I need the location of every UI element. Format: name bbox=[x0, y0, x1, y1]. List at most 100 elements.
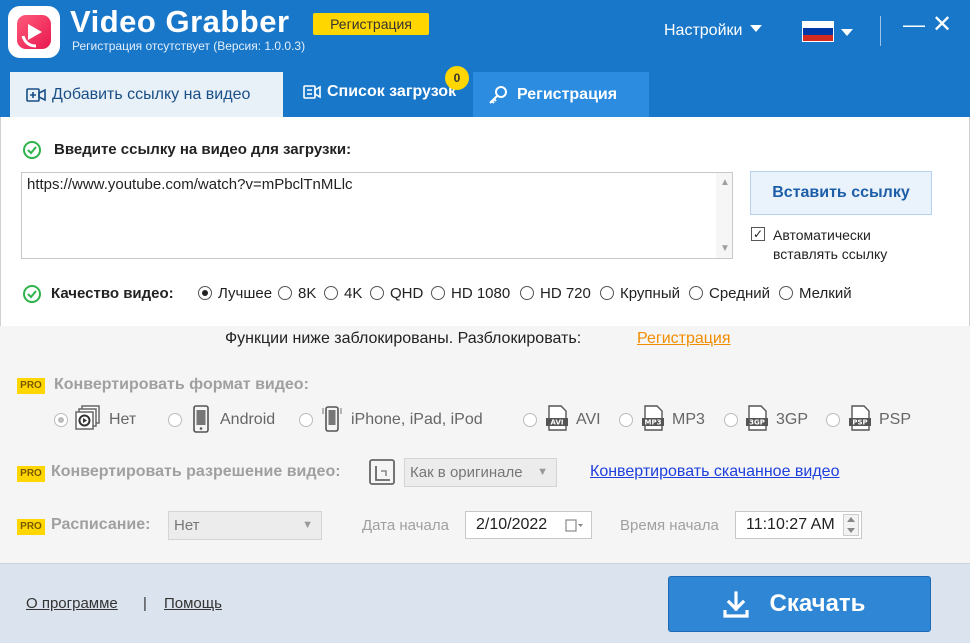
locked-features-message: Функции ниже заблокированы. Разблокирова… bbox=[225, 330, 582, 347]
tab-add-link[interactable]: Добавить ссылку на видео bbox=[10, 72, 283, 117]
resolution-select[interactable]: Как в оригинале ▼ bbox=[404, 458, 557, 487]
format-radio-mp3[interactable] bbox=[619, 413, 633, 427]
quality-label-hd720[interactable]: HD 720 bbox=[540, 285, 591, 302]
quality-label-8k[interactable]: 8K bbox=[298, 285, 316, 302]
spin-up-icon[interactable] bbox=[847, 517, 855, 522]
resolution-select-value: Как в оригинале bbox=[410, 464, 523, 481]
minimize-button[interactable]: — bbox=[903, 12, 925, 38]
language-flag-icon[interactable] bbox=[802, 21, 834, 42]
schedule-select[interactable]: Нет ▼ bbox=[168, 511, 322, 540]
video-none-icon bbox=[75, 405, 100, 430]
tab-registration[interactable]: Регистрация bbox=[473, 72, 649, 117]
format-radio-3gp[interactable] bbox=[724, 413, 738, 427]
quality-radio-medium[interactable] bbox=[689, 286, 703, 300]
quality-radio-best[interactable] bbox=[198, 286, 212, 300]
quality-label-medium[interactable]: Средний bbox=[709, 285, 770, 302]
schedule-label: Расписание: bbox=[51, 516, 151, 533]
android-phone-icon bbox=[193, 405, 209, 433]
app-title: Video Grabber bbox=[70, 4, 290, 39]
add-video-icon bbox=[26, 88, 46, 102]
format-radio-iphone[interactable] bbox=[299, 413, 313, 427]
format-radio-none[interactable] bbox=[54, 413, 68, 427]
convert-downloaded-link[interactable]: Конвертировать скачанное видео bbox=[590, 463, 839, 481]
flag-stripe-red bbox=[803, 34, 833, 41]
quality-radio-hd720[interactable] bbox=[520, 286, 534, 300]
quality-label-large[interactable]: Крупный bbox=[620, 285, 680, 302]
settings-menu[interactable]: Настройки bbox=[664, 22, 763, 40]
quality-label-hd1080[interactable]: HD 1080 bbox=[451, 285, 510, 302]
tab-downloads-label: Список загрузок bbox=[327, 83, 457, 100]
quality-label-best[interactable]: Лучшее bbox=[218, 285, 272, 302]
calendar-icon[interactable] bbox=[565, 519, 583, 532]
paste-link-button[interactable]: Вставить ссылку bbox=[750, 171, 932, 215]
format-label-psp[interactable]: PSP bbox=[879, 411, 911, 429]
format-label-3gp[interactable]: 3GP bbox=[776, 411, 808, 429]
pro-badge: PRO bbox=[17, 466, 45, 482]
auto-paste-checkbox[interactable]: ✓ bbox=[751, 227, 765, 241]
format-radio-avi[interactable] bbox=[523, 413, 537, 427]
format-label-avi[interactable]: AVI bbox=[576, 411, 601, 429]
scroll-up-icon[interactable]: ▲ bbox=[720, 177, 730, 188]
title-bar: Video Grabber Регистрация Регистрация от… bbox=[0, 0, 970, 72]
registration-status: Регистрация отсутствует (Версия: 1.0.0.3… bbox=[72, 39, 306, 53]
close-button[interactable]: ✕ bbox=[932, 13, 952, 37]
format-label-android[interactable]: Android bbox=[220, 411, 275, 429]
psp-icon-label: PSP bbox=[852, 419, 867, 427]
start-time-picker[interactable]: 11:10:27 AM bbox=[735, 511, 862, 539]
format-label-none[interactable]: Нет bbox=[109, 411, 136, 429]
pro-badge: PRO bbox=[17, 378, 45, 394]
download-icon bbox=[723, 591, 749, 618]
quality-radio-large[interactable] bbox=[600, 286, 614, 300]
time-spinner[interactable] bbox=[843, 514, 859, 536]
start-date-label: Дата начала bbox=[362, 517, 449, 534]
avi-icon-label: AVI bbox=[551, 419, 564, 427]
quality-radio-4k[interactable] bbox=[324, 286, 338, 300]
quality-radio-qhd[interactable] bbox=[370, 286, 384, 300]
language-chevron-down-icon[interactable] bbox=[841, 29, 853, 36]
tab-bar: Добавить ссылку на видео Список загрузок… bbox=[0, 72, 970, 117]
download-button-label: Скачать bbox=[769, 590, 866, 617]
format-label-mp3[interactable]: MP3 bbox=[672, 411, 705, 429]
scroll-down-icon[interactable]: ▼ bbox=[720, 243, 730, 254]
chevron-down-icon bbox=[750, 25, 763, 32]
about-link[interactable]: О программе bbox=[26, 595, 118, 612]
mp3-icon-label: MP3 bbox=[645, 419, 662, 427]
quality-label-small[interactable]: Мелкий bbox=[799, 285, 852, 302]
resize-icon bbox=[369, 459, 395, 485]
start-time-value: 11:10:27 AM bbox=[746, 516, 835, 533]
download-list-icon bbox=[303, 85, 321, 99]
3gp-file-icon: 3GP bbox=[746, 405, 768, 431]
quality-radio-hd1080[interactable] bbox=[431, 286, 445, 300]
spin-down-icon[interactable] bbox=[847, 528, 855, 533]
unlock-registration-link[interactable]: Регистрация bbox=[637, 330, 731, 348]
url-input[interactable]: https://www.youtube.com/watch?v=mPbclTnM… bbox=[21, 172, 733, 259]
tab-add-link-label: Добавить ссылку на видео bbox=[52, 86, 251, 103]
url-scrollbar[interactable]: ▲ ▼ bbox=[716, 173, 732, 258]
download-button[interactable]: Скачать bbox=[668, 576, 931, 632]
quality-label-4k[interactable]: 4K bbox=[344, 285, 362, 302]
quality-label: Качество видео: bbox=[51, 285, 174, 302]
quality-radio-8k[interactable] bbox=[278, 286, 292, 300]
quality-radio-small[interactable] bbox=[779, 286, 793, 300]
format-radio-psp[interactable] bbox=[826, 413, 840, 427]
help-link[interactable]: Помощь bbox=[164, 595, 222, 612]
url-input-value: https://www.youtube.com/watch?v=mPbclTnM… bbox=[27, 176, 353, 193]
start-date-value: 2/10/2022 bbox=[476, 516, 548, 533]
check-circle-icon bbox=[23, 141, 41, 159]
footer-separator: | bbox=[143, 595, 147, 612]
psp-file-icon: PSP bbox=[849, 405, 871, 431]
format-radio-android[interactable] bbox=[168, 413, 182, 427]
start-date-picker[interactable]: 2/10/2022 bbox=[465, 511, 592, 539]
check-circle-icon bbox=[23, 285, 41, 303]
app-logo-icon bbox=[8, 6, 60, 58]
format-label-iphone[interactable]: iPhone, iPad, iPod bbox=[351, 411, 483, 429]
chevron-down-icon: ▼ bbox=[302, 519, 313, 531]
settings-label: Настройки bbox=[664, 22, 743, 39]
quality-label-qhd[interactable]: QHD bbox=[390, 285, 423, 302]
schedule-select-value: Нет bbox=[174, 517, 200, 534]
auto-paste-label: Автоматически вставлять ссылку bbox=[773, 227, 888, 262]
tab-registration-label: Регистрация bbox=[517, 86, 618, 103]
convert-format-label: Конвертировать формат видео: bbox=[54, 376, 309, 393]
avi-file-icon: AVI bbox=[546, 405, 568, 431]
registration-badge[interactable]: Регистрация bbox=[313, 13, 429, 35]
